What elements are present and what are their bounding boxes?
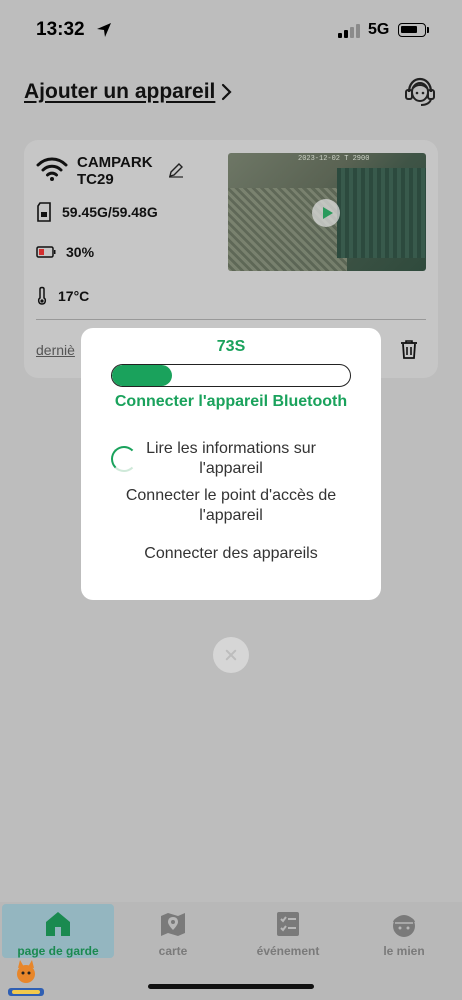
battery-value: 30% bbox=[66, 244, 95, 260]
device-name: CAMPARK TC29 bbox=[77, 154, 153, 188]
close-icon[interactable] bbox=[213, 637, 249, 673]
last-activity-link[interactable]: derniè bbox=[36, 342, 75, 358]
tab-events[interactable]: événement bbox=[232, 904, 344, 958]
storage-row: 59.45G/59.48G bbox=[36, 202, 158, 222]
connection-dialog: 73S Connecter l'appareil Bluetooth Lire … bbox=[81, 328, 381, 600]
status-bar: 13:32 5G bbox=[0, 0, 462, 60]
home-icon bbox=[46, 912, 70, 936]
tab-profile[interactable]: le mien bbox=[348, 904, 460, 958]
tab-map[interactable]: carte bbox=[117, 904, 229, 958]
profile-icon bbox=[393, 915, 415, 937]
progress-fill bbox=[112, 365, 172, 386]
battery-row: 30% bbox=[36, 244, 94, 260]
temperature-value: 17°C bbox=[58, 288, 90, 304]
wifi-icon bbox=[36, 157, 68, 181]
battery-tip bbox=[427, 27, 429, 33]
tab-home[interactable]: page de garde bbox=[2, 904, 114, 958]
cell-signal-icon bbox=[338, 22, 360, 38]
play-icon[interactable] bbox=[312, 199, 340, 227]
status-time: 13:32 bbox=[36, 19, 85, 40]
battery-icon bbox=[398, 23, 426, 37]
camera-thumbnail[interactable]: 2023-12-02 T 2900 bbox=[228, 153, 426, 271]
card-divider bbox=[36, 319, 426, 320]
tab-home-label: page de garde bbox=[17, 944, 99, 958]
connection-progress-bar bbox=[111, 364, 351, 387]
tab-map-label: carte bbox=[158, 944, 188, 958]
tab-events-label: événement bbox=[256, 944, 320, 958]
customer-support-icon[interactable] bbox=[403, 76, 437, 108]
step-bluetooth: Connecter l'appareil Bluetooth bbox=[114, 393, 348, 410]
add-device-link[interactable]: Ajouter un appareil bbox=[24, 80, 233, 104]
thermometer-icon bbox=[37, 286, 47, 305]
countdown-timer: 73S bbox=[216, 338, 246, 355]
chevron-right-icon bbox=[222, 83, 232, 101]
add-device-label: Ajouter un appareil bbox=[24, 80, 216, 103]
tab-profile-label: le mien bbox=[383, 944, 425, 958]
thumbnail-timestamp: 2023-12-02 T 2900 bbox=[298, 155, 370, 163]
battery-level-icon bbox=[36, 246, 56, 258]
location-arrow-icon bbox=[97, 23, 111, 37]
edit-pencil-icon[interactable] bbox=[168, 162, 184, 178]
trash-icon[interactable] bbox=[400, 339, 418, 359]
network-type: 5G bbox=[368, 21, 390, 38]
map-pin-icon bbox=[161, 913, 185, 936]
temperature-row: 17°C bbox=[36, 286, 89, 306]
step-read-info: Lire les informations sur l'appareil bbox=[146, 440, 316, 477]
home-indicator bbox=[148, 984, 314, 989]
step-hotspot: Connecter le point d'accès de l'appareil bbox=[125, 487, 337, 524]
sd-card-icon bbox=[37, 202, 51, 222]
step-connect-devices: Connecter des appareils bbox=[144, 545, 318, 562]
watermark-logo-icon bbox=[8, 960, 44, 996]
event-icon bbox=[277, 912, 299, 936]
storage-value: 59.45G/59.48G bbox=[62, 204, 158, 220]
